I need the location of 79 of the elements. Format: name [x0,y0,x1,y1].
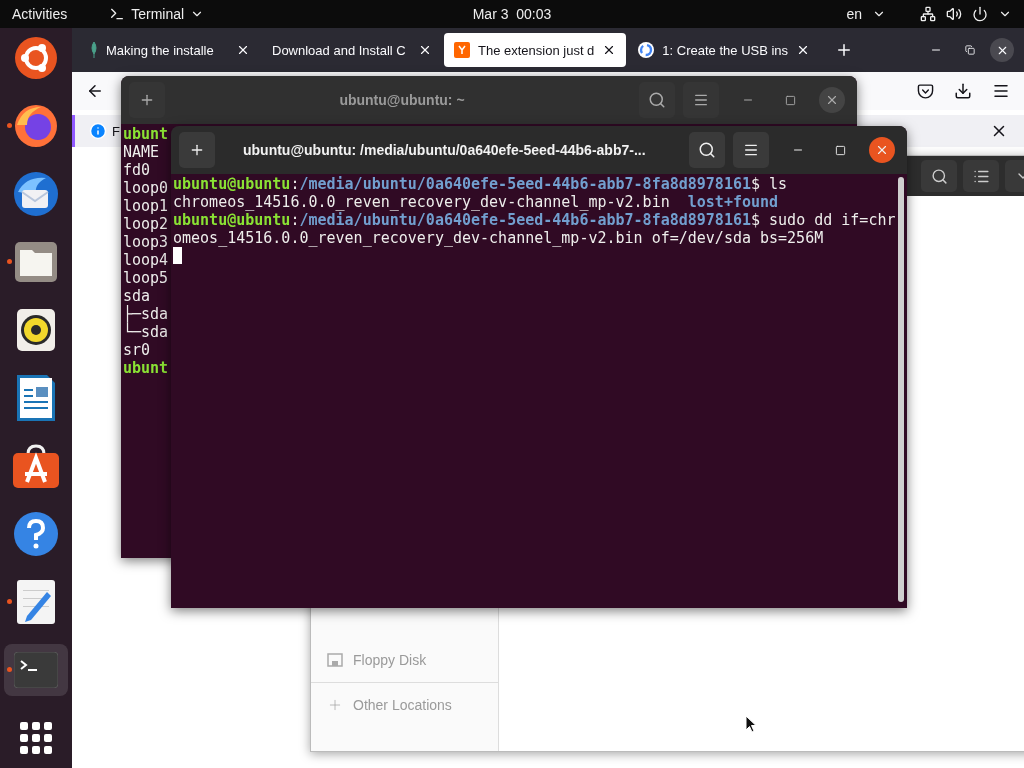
menu-button[interactable] [733,132,769,168]
volume-icon[interactable] [946,6,962,22]
terminal-icon[interactable] [109,6,126,22]
mouse-pointer-icon [745,715,757,733]
close-icon [825,93,839,107]
back-icon[interactable] [86,82,104,100]
mail-bird-icon[interactable] [12,170,60,218]
terminal-line: ├─sda [123,305,169,323]
maximize-icon [784,94,796,106]
terminal-line: loop0 [123,179,169,197]
close-button[interactable] [819,87,845,113]
terminal-line: omeos_14516.0.0_reven_recovery_dev-channel_mp-v2.bin of=/dev/sda bs=256M [173,229,824,247]
search-icon [930,167,948,185]
scrollbar[interactable] [898,177,904,602]
clock[interactable]: Mar 3 00:03 [472,6,552,22]
shopping-bag-icon[interactable] [13,444,59,488]
plus-icon [189,142,205,158]
restore-icon [965,45,975,55]
search-icon [648,91,666,109]
maximize-icon [834,144,846,156]
terminal-line: ubuntu@ubuntu:/media/ubuntu/0a640efe-5eed-44b6-abb7-8fa8d8978161$ sudo dd if=chr [173,211,896,229]
network-icon[interactable] [920,6,936,22]
drive-icon [327,653,343,667]
browser-tab[interactable]: Making the installe [80,33,260,67]
terminal-line: ubunt [123,359,169,377]
menu-icon [693,92,709,108]
menu-icon[interactable] [992,82,1010,100]
site-logo-icon [454,42,470,58]
search-button[interactable] [689,132,725,168]
terminal-line: fd0 [123,161,151,179]
ubuntu-logo-icon[interactable] [14,36,58,80]
leaf-icon [90,42,98,58]
search-icon [698,141,716,159]
info-icon [89,122,107,140]
terminal-line: ubunt [123,125,169,143]
search-button[interactable] [639,82,675,118]
terminal-line: ubuntu@ubuntu:/media/ubuntu/0a640efe-5eed-44b6-abb7-8fa8d8978161$ ls [173,175,788,193]
window-title: ubuntu@ubuntu: /media/ubuntu/0a640efe-5eed-44b6-abb7-... [242,142,647,158]
pencil-note-icon[interactable] [17,580,55,624]
terminal-line: sr0 [123,341,151,359]
pocket-icon[interactable] [917,82,934,100]
language-indicator[interactable]: en [846,6,862,22]
notification-text: F [112,123,120,139]
help-icon[interactable] [13,511,59,557]
plus-icon [327,697,343,713]
speaker-icon[interactable] [17,309,55,351]
fox-globe-icon[interactable] [13,103,59,149]
menu-button[interactable] [683,82,719,118]
menu-icon [743,142,759,158]
browser-tab[interactable]: The extension just d [444,33,627,67]
app-menu[interactable]: Terminal [131,6,185,22]
list-view-button[interactable] [963,160,999,192]
terminal-line: └─sda [123,323,169,341]
folder-icon[interactable] [15,242,57,282]
search-button[interactable] [921,160,957,192]
terminal-line: chromeos_14516.0.0_reven_recovery_dev-channel_mp-v2.bin lost+found [173,193,779,211]
close-button[interactable] [990,38,1014,62]
window-title: ubuntu@ubuntu: ~ [338,92,466,108]
download-icon[interactable] [954,82,972,100]
power-icon[interactable] [972,6,988,22]
terminal-line: loop1 [123,197,169,215]
close-tab-icon[interactable] [418,43,432,57]
browser-tab[interactable]: Download and Install C [262,33,442,67]
terminal-icon[interactable] [14,652,58,688]
close-button[interactable] [869,137,895,163]
document-icon[interactable] [17,375,55,421]
terminal-line: loop2 [123,215,169,233]
terminal-line: loop4 [123,251,169,269]
browser-tab[interactable]: 1: Create the USB ins [628,33,821,67]
activities-button[interactable]: Activities [12,6,68,22]
close-icon [875,143,889,157]
terminal-line: sda [123,287,151,305]
terminal-line: loop5 [123,269,169,287]
plus-icon [139,92,155,108]
terminal-line: loop3 [123,233,169,251]
close-tab-icon[interactable] [236,43,250,57]
app-grid-icon[interactable] [20,722,52,754]
terminal-line: NAME [123,143,160,161]
new-tab-button[interactable] [179,132,215,168]
